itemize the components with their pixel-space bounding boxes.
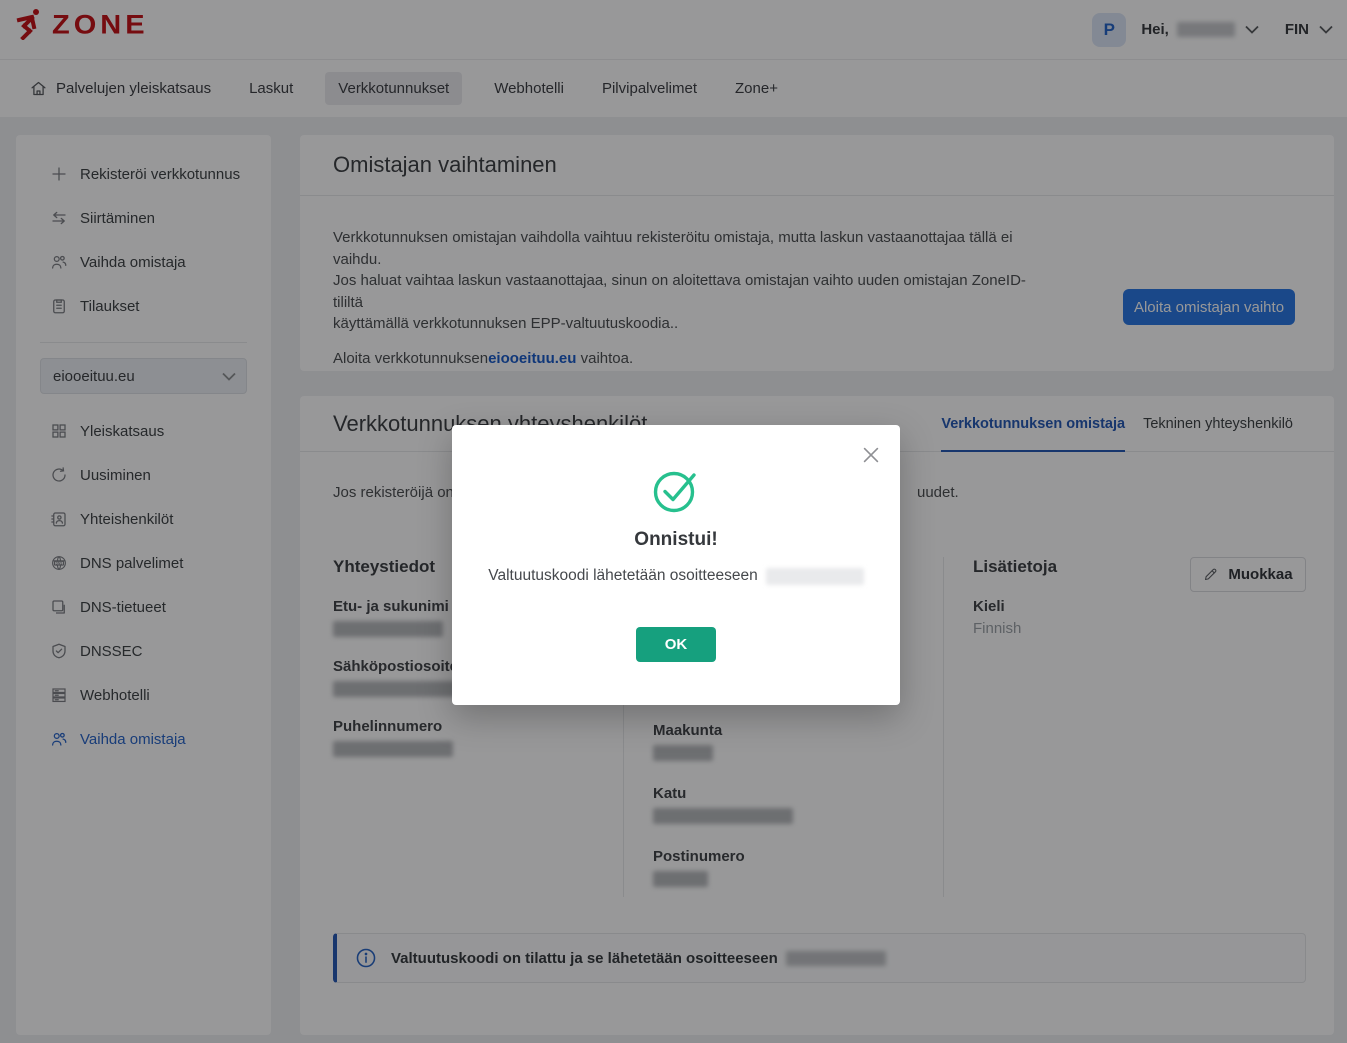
ok-button[interactable]: OK <box>636 627 716 662</box>
check-circle-icon <box>649 463 703 517</box>
modal-title: Onnistui! <box>452 529 900 551</box>
close-icon[interactable] <box>858 442 884 468</box>
modal-message: Valtuutuskoodi lähetetään osoitteeseen <box>452 567 900 585</box>
success-modal: Onnistui! Valtuutuskoodi lähetetään osoi… <box>452 425 900 705</box>
redacted-modal-email <box>766 568 864 585</box>
